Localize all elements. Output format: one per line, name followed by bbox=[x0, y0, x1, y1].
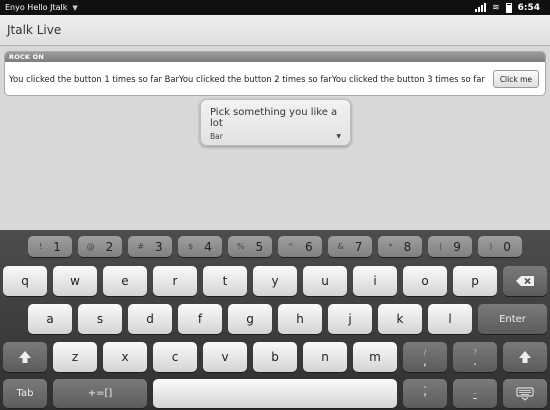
key-comma[interactable]: /, bbox=[403, 342, 447, 372]
symbols-key[interactable]: +=[] bbox=[53, 379, 147, 408]
key-7[interactable]: & 7 bbox=[328, 236, 372, 257]
picker-selected-value: Bar bbox=[210, 132, 223, 141]
key-x[interactable]: x bbox=[103, 342, 147, 372]
key-8[interactable]: * 8 bbox=[378, 236, 422, 257]
key-u[interactable]: u bbox=[303, 266, 347, 296]
key-f[interactable]: f bbox=[178, 304, 222, 334]
status-bar: Enyo Hello Jtalk ▼ ≋ 6:54 bbox=[0, 0, 550, 15]
key-b[interactable]: b bbox=[253, 342, 297, 372]
key-d[interactable]: d bbox=[128, 304, 172, 334]
shift-arrow-icon bbox=[19, 351, 31, 363]
group-title: ROCK ON bbox=[5, 52, 545, 62]
backspace-icon bbox=[516, 276, 534, 286]
signal-icon bbox=[475, 3, 487, 12]
key-r[interactable]: r bbox=[153, 266, 197, 296]
shift-key-left[interactable] bbox=[3, 342, 47, 372]
app-menu[interactable]: Enyo Hello Jtalk ▼ bbox=[0, 3, 78, 12]
key-m[interactable]: m bbox=[353, 342, 397, 372]
key-2[interactable]: @2 bbox=[78, 236, 122, 257]
key-6[interactable]: ^ 6 bbox=[278, 236, 322, 257]
key-n[interactable]: n bbox=[303, 342, 347, 372]
key-e[interactable]: e bbox=[103, 266, 147, 296]
key-v[interactable]: v bbox=[203, 342, 247, 372]
key-l[interactable]: l bbox=[428, 304, 472, 334]
chevron-down-icon: ▼ bbox=[72, 3, 78, 12]
main-content: ROCK ON You clicked the button 1 times s… bbox=[0, 46, 550, 230]
virtual-keyboard: ! 1 @2 #3 $4 % 5 ^ 6 & 7 * 8 (9 ) 0 q w e r t … bbox=[0, 230, 550, 410]
backspace-key[interactable] bbox=[503, 266, 547, 296]
key-5[interactable]: % 5 bbox=[228, 236, 272, 257]
key-k[interactable]: k bbox=[378, 304, 422, 334]
key-c[interactable]: c bbox=[153, 342, 197, 372]
battery-icon bbox=[505, 2, 512, 13]
enter-key[interactable]: Enter bbox=[478, 304, 547, 334]
key-period[interactable]: ?. bbox=[453, 342, 497, 372]
click-me-button[interactable]: Click me bbox=[492, 70, 539, 88]
key-dash[interactable]: _ - bbox=[453, 379, 497, 408]
hide-keyboard-key[interactable] bbox=[503, 379, 547, 408]
page-title: Jtalk Live bbox=[7, 23, 62, 37]
key-1[interactable]: ! 1 bbox=[28, 236, 72, 257]
clock: 6:54 bbox=[517, 2, 540, 13]
key-o[interactable]: o bbox=[403, 266, 447, 296]
rock-on-group: ROCK ON You clicked the button 1 times s… bbox=[4, 51, 546, 96]
picker-title: Pick something you like a lot bbox=[210, 107, 338, 129]
key-a[interactable]: a bbox=[28, 304, 72, 334]
key-quote[interactable]: " ' bbox=[403, 379, 447, 408]
key-h[interactable]: h bbox=[278, 304, 322, 334]
key-y[interactable]: y bbox=[253, 266, 297, 296]
shift-arrow-icon bbox=[519, 351, 531, 363]
list-picker[interactable]: Pick something you like a lot Bar ▼ bbox=[200, 99, 351, 146]
key-z[interactable]: z bbox=[53, 342, 97, 372]
key-w[interactable]: w bbox=[53, 266, 97, 296]
key-p[interactable]: p bbox=[453, 266, 497, 296]
app-name: Enyo Hello Jtalk bbox=[5, 3, 68, 12]
key-s[interactable]: s bbox=[78, 304, 122, 334]
tab-key[interactable]: Tab bbox=[3, 379, 47, 408]
shift-key-right[interactable] bbox=[503, 342, 547, 372]
key-g[interactable]: g bbox=[228, 304, 272, 334]
key-t[interactable]: t bbox=[203, 266, 247, 296]
app-header: Jtalk Live bbox=[0, 15, 550, 46]
dropdown-arrow-icon: ▼ bbox=[336, 133, 341, 140]
key-3[interactable]: #3 bbox=[128, 236, 172, 257]
wifi-icon: ≋ bbox=[492, 2, 500, 13]
space-bar[interactable] bbox=[153, 379, 397, 408]
key-i[interactable]: i bbox=[353, 266, 397, 296]
key-9[interactable]: (9 bbox=[428, 236, 472, 257]
key-0[interactable]: ) 0 bbox=[478, 236, 522, 257]
click-message: You clicked the button 1 times so far Ba… bbox=[9, 74, 485, 84]
key-j[interactable]: j bbox=[328, 304, 372, 334]
keyboard-icon bbox=[516, 387, 534, 401]
key-4[interactable]: $4 bbox=[178, 236, 222, 257]
key-q[interactable]: q bbox=[3, 266, 47, 296]
